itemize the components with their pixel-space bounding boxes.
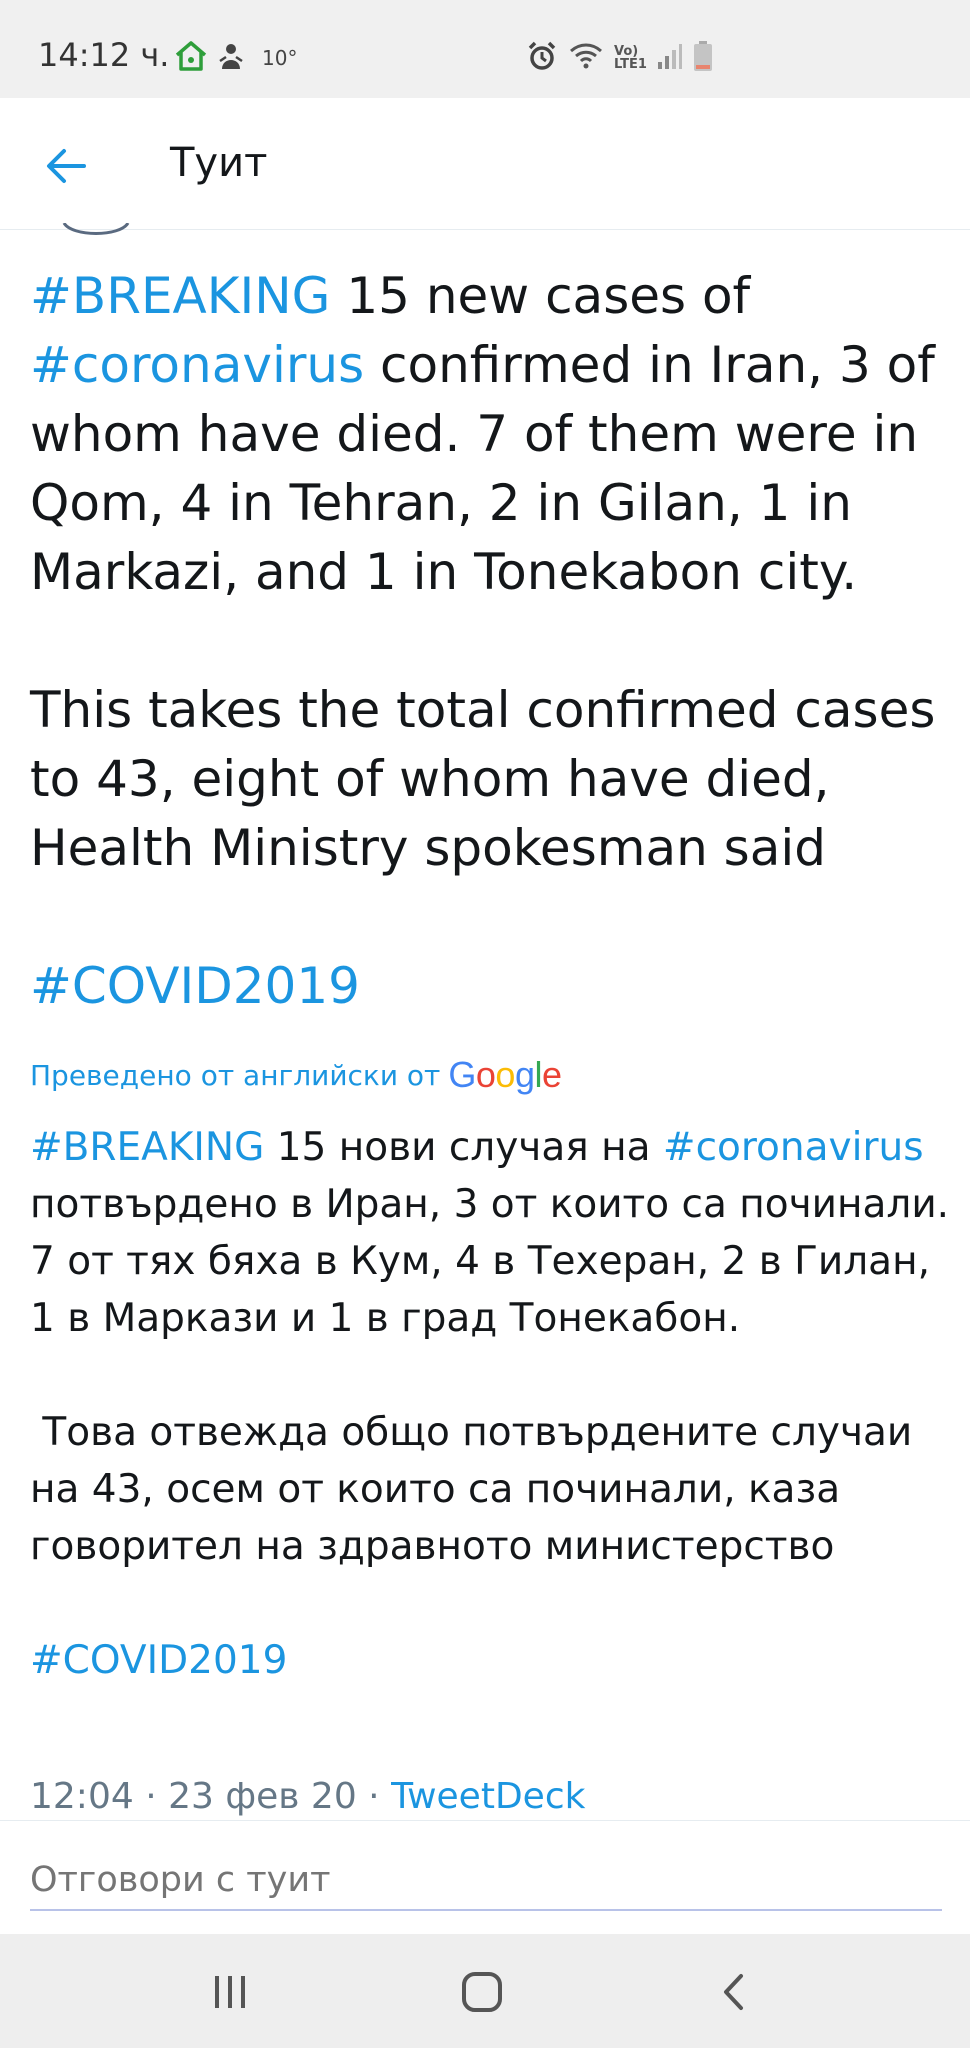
lte-label: LTE1	[614, 57, 647, 72]
page-title: Туит	[170, 140, 268, 186]
hashtag-link[interactable]: #coronavirus	[30, 336, 364, 394]
alarm-icon	[526, 40, 558, 76]
recents-button[interactable]	[200, 1966, 260, 2018]
weather-icon	[218, 41, 244, 75]
app-bar: Туит	[0, 98, 970, 230]
translated-tweet-text: #BREAKING 15 нови случая на #coronavirus…	[30, 1119, 950, 1689]
tweet-source-link[interactable]: TweetDeck	[391, 1776, 585, 1817]
recents-icon	[215, 1976, 245, 2008]
translated-text-span: 15 нови случая на	[264, 1125, 663, 1170]
home-nav-button[interactable]	[452, 1966, 512, 2018]
translated-paragraph: Това отвежда общо потвърдените случаи на…	[30, 1410, 925, 1569]
translated-paragraph: #BREAKING 15 нови случая на #coronavirus…	[30, 1119, 950, 1347]
hashtag-link[interactable]: #BREAKING	[30, 267, 330, 325]
reply-input[interactable]	[30, 1851, 942, 1911]
wifi-icon	[568, 41, 604, 75]
status-right-icons: Vo) LTE1	[526, 40, 713, 76]
battery-icon	[693, 40, 713, 76]
translated-text-span: потвърдено в Иран, 3 от които са починал…	[30, 1182, 950, 1341]
reply-bar	[0, 1820, 970, 1934]
translation-label: Преведено от английски от	[30, 1058, 441, 1092]
volte-lte-icon: Vo) LTE1	[614, 45, 647, 71]
avatar[interactable]	[62, 222, 130, 236]
back-nav-icon	[724, 1974, 743, 2010]
tweet-paragraph: #COVID2019	[30, 952, 940, 1021]
home-nav-icon	[462, 1972, 502, 2012]
status-time: 14:12 ч.	[38, 36, 170, 74]
tweet-timestamp: 12:04 · 23 фев 20 · TweetDeck	[30, 1776, 585, 1817]
tweet-text-span: 15 new cases of	[330, 267, 751, 325]
system-nav-bar	[0, 1934, 970, 2048]
google-logo: Google	[448, 1054, 562, 1095]
tweet-paragraph: This takes the total confirmed cases to …	[30, 681, 936, 877]
status-left-icons: 10°	[174, 40, 297, 76]
back-button[interactable]	[38, 138, 94, 194]
hashtag-link[interactable]: #BREAKING	[30, 1125, 264, 1170]
hashtag-link[interactable]: #COVID2019	[30, 1638, 287, 1683]
translated-paragraph: #COVID2019	[30, 1632, 950, 1689]
tweet-paragraph: #BREAKING 15 new cases of #coronavirus c…	[30, 262, 940, 607]
signal-icon	[657, 42, 683, 74]
tweet-time-date: 12:04 · 23 фев 20 ·	[30, 1776, 392, 1817]
status-temperature: 10°	[262, 46, 298, 70]
hashtag-link[interactable]: #COVID2019	[30, 957, 360, 1015]
tweet-text: #BREAKING 15 new cases of #coronavirus c…	[30, 262, 940, 1021]
home-icon	[174, 40, 208, 76]
translation-attribution: Преведено от английски от Google	[30, 1054, 562, 1096]
back-arrow-icon	[47, 149, 86, 183]
back-nav-button[interactable]	[704, 1966, 764, 2018]
hashtag-link[interactable]: #coronavirus	[663, 1125, 924, 1170]
status-bar: 14:12 ч. 10° Vo) LTE1	[0, 0, 970, 98]
